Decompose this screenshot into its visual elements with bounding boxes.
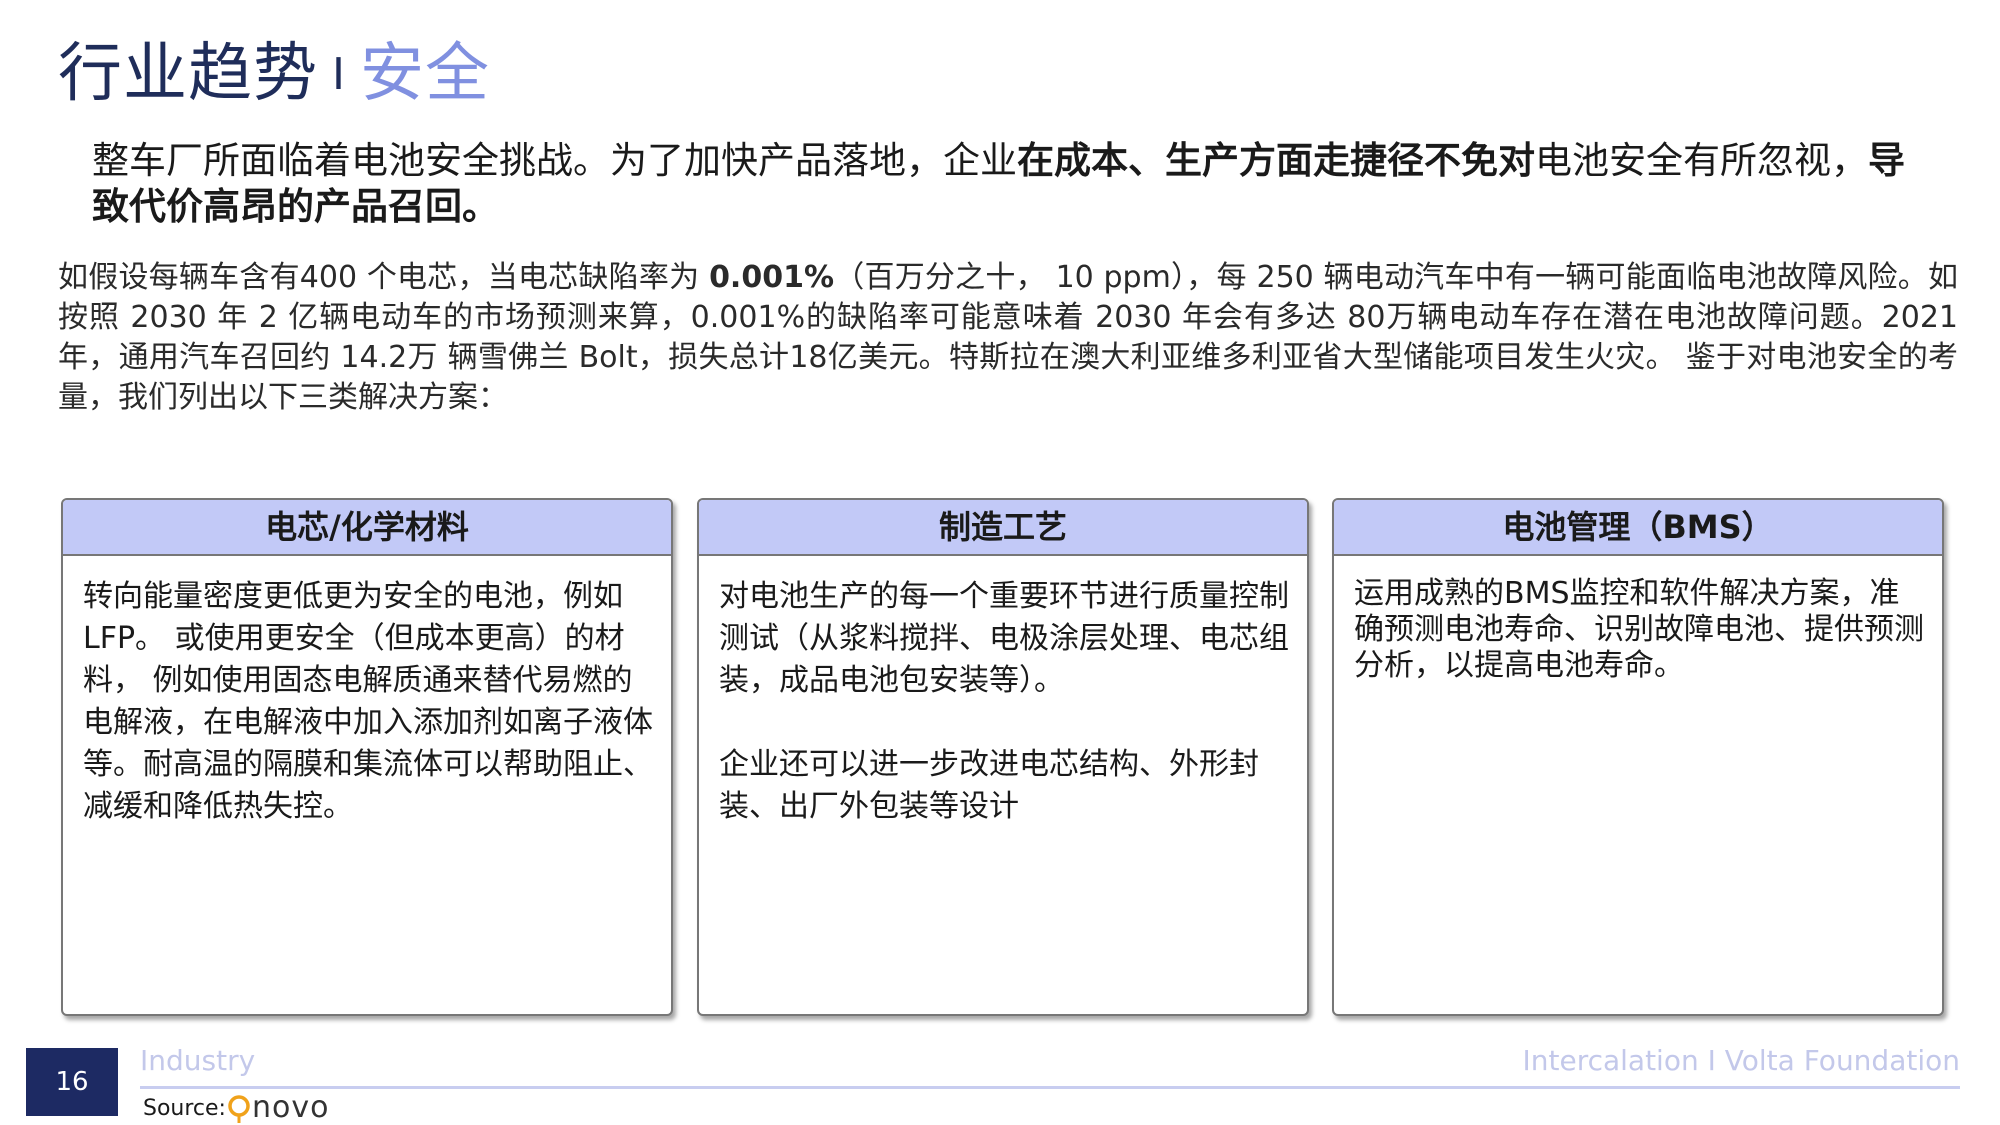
title-separator: I [332, 49, 346, 100]
qnovo-logo-icon [228, 1095, 250, 1123]
card-header: 电芯/化学材料 [63, 500, 671, 556]
footer-brand: Intercalation I Volta Foundation [1522, 1044, 1960, 1077]
solution-card-bms: 电池管理（BMS） 运用成熟的BMS监控和软件解决方案，准确预测电池寿命、识别故… [1332, 498, 1944, 1016]
page-number: 16 [26, 1048, 118, 1116]
footer-divider [140, 1086, 1960, 1089]
lead-bold-1: 在成本、生产方面走捷径不免对 [1017, 139, 1535, 182]
lead-text-1: 整车厂所面临着电池安全挑战。为了加快产品落地，企业 [92, 139, 1017, 182]
card-body: 运用成熟的BMS监控和软件解决方案，准确预测电池寿命、识别故障电池、提供预测分析… [1354, 576, 1924, 683]
card-body: 转向能量密度更低更为安全的电池，例如LFP。 或使用更安全（但成本更高）的材料，… [83, 579, 653, 824]
logo-text: novo [252, 1090, 330, 1125]
title-main: 行业趋势 [58, 37, 318, 111]
qnovo-logo: novo [226, 1092, 329, 1124]
lead-text-2: 电池安全有所忽视， [1535, 139, 1868, 182]
intro-bold: 0.001% [709, 260, 835, 295]
solution-card-manufacturing: 制造工艺 对电池生产的每一个重要环节进行质量控制测试（从浆料搅拌、电极涂层处理、… [697, 498, 1309, 1016]
footer-section: Industry [140, 1044, 256, 1077]
page-title: 行业趋势 I 安全 [58, 34, 490, 114]
card-header: 制造工艺 [699, 500, 1307, 556]
intro-text-1: 如假设每辆车含有400 个电芯，当电芯缺陷率为 [58, 260, 710, 295]
lead-paragraph: 整车厂所面临着电池安全挑战。为了加快产品落地，企业在成本、生产方面走捷径不免对电… [92, 138, 1912, 230]
card-header: 电池管理（BMS） [1334, 500, 1942, 556]
source-label: Source: [143, 1096, 226, 1121]
intro-paragraph: 如假设每辆车含有400 个电芯，当电芯缺陷率为 0.001%（百万分之十， 10… [58, 258, 1958, 418]
title-sub: 安全 [359, 37, 490, 111]
card-body: 对电池生产的每一个重要环节进行质量控制测试（从浆料搅拌、电极涂层处理、电芯组装，… [719, 579, 1289, 824]
solution-card-cell-chemistry: 电芯/化学材料 转向能量密度更低更为安全的电池，例如LFP。 或使用更安全（但成… [61, 498, 673, 1016]
